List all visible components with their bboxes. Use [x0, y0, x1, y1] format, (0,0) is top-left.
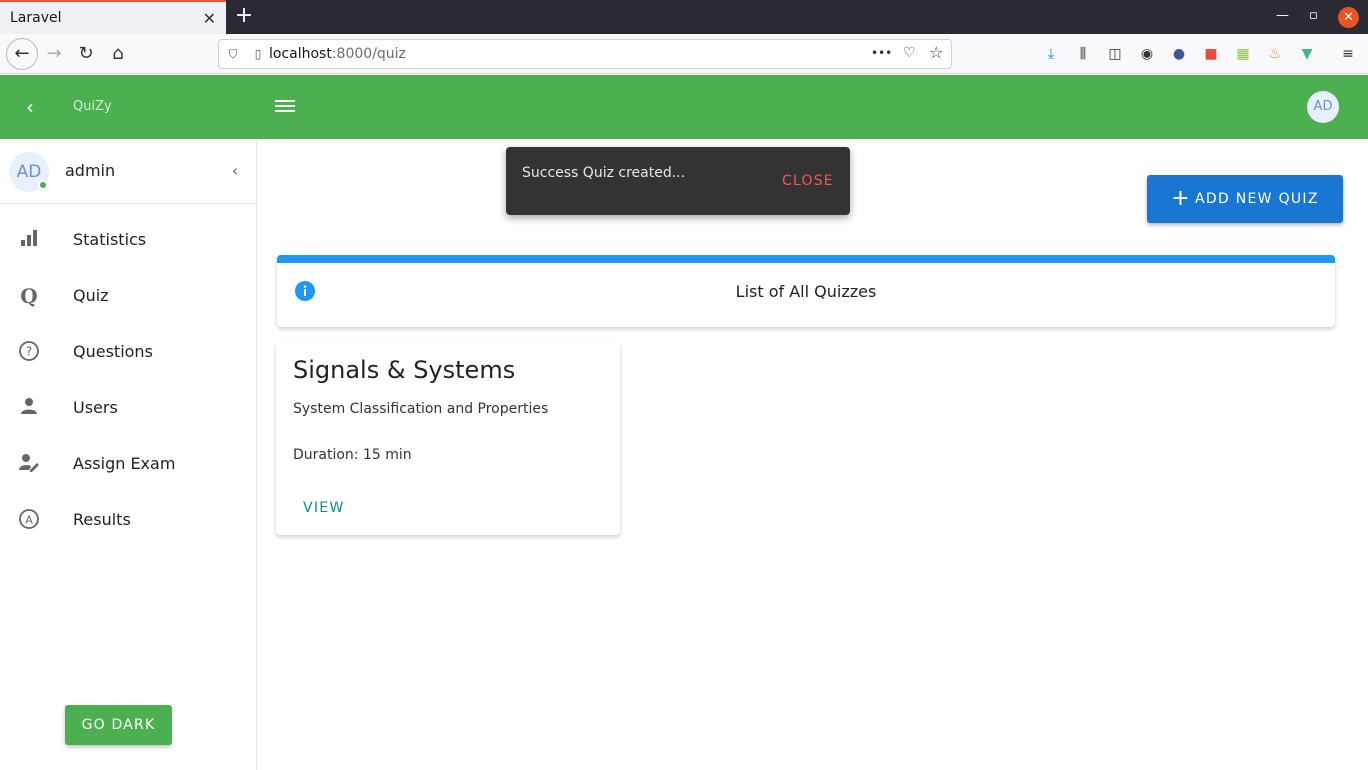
- url-path: :8000/quiz: [331, 46, 406, 62]
- account-icon[interactable]: ◉: [1137, 44, 1157, 64]
- sidebar-item-assign-exam[interactable]: Assign Exam: [0, 436, 257, 492]
- user-profile: AD admin ‹: [0, 139, 257, 204]
- extension-color-icon[interactable]: ▦: [1233, 44, 1253, 64]
- quiz-subtitle: System Classification and Properties: [293, 401, 549, 417]
- page-icon: ▯: [254, 47, 262, 61]
- sidebar-item-quiz[interactable]: Q Quiz: [0, 268, 257, 324]
- sidebar-item-label: Users: [73, 398, 118, 417]
- bar-chart-icon: [17, 228, 41, 252]
- forward-arrow-icon[interactable]: →: [40, 40, 68, 68]
- menu-icon[interactable]: ≡: [1338, 44, 1358, 64]
- snackbar-close-button[interactable]: CLOSE: [782, 173, 834, 189]
- hamburger-menu-icon[interactable]: [275, 97, 295, 117]
- sidebar-item-statistics[interactable]: Statistics: [0, 212, 257, 268]
- browser-nav-bar: ← → ↻ ⌂ ⛉ ▯ localhost:8000/quiz ••• ♡ ☆ …: [0, 34, 1368, 74]
- info-alert: List of All Quizzes: [277, 255, 1335, 327]
- snackbar-message: Success Quiz created...: [522, 165, 686, 181]
- new-tab-button[interactable]: +: [232, 4, 256, 28]
- success-snackbar: Success Quiz created... CLOSE: [506, 147, 850, 215]
- vue-devtools-icon[interactable]: ▼: [1297, 44, 1317, 64]
- question-head-icon: ?: [17, 340, 41, 364]
- app-brand: QuiZy: [73, 99, 112, 114]
- avatar[interactable]: AD: [1307, 91, 1339, 123]
- sidebar-item-users[interactable]: Users: [0, 380, 257, 436]
- results-badge-icon: A: [17, 508, 41, 532]
- svg-text:A: A: [25, 514, 33, 527]
- downloads-icon[interactable]: ⤓: [1041, 44, 1061, 64]
- alert-text: List of All Quizzes: [735, 282, 877, 301]
- tab-title: Laravel: [10, 10, 62, 26]
- collapse-sidebar-icon[interactable]: ‹: [226, 161, 244, 181]
- go-dark-button[interactable]: GO DARK: [65, 705, 172, 745]
- add-new-quiz-button[interactable]: + ADD NEW QUIZ: [1147, 175, 1343, 223]
- quiz-card: Signals & Systems System Classification …: [276, 343, 620, 535]
- shield-icon: ⛉: [228, 46, 238, 61]
- view-quiz-button[interactable]: VIEW: [303, 500, 345, 516]
- restore-icon[interactable]: ▫: [1309, 8, 1318, 23]
- quiz-q-icon: Q: [20, 284, 38, 308]
- sidebar-item-label: Quiz: [73, 286, 109, 305]
- sidebar-item-label: Assign Exam: [73, 454, 176, 473]
- pocket-icon[interactable]: ♡: [903, 45, 916, 61]
- tab-close-icon[interactable]: ✕: [203, 9, 216, 28]
- reload-icon[interactable]: ↻: [72, 40, 100, 68]
- extension-search-icon[interactable]: ■: [1201, 44, 1221, 64]
- minimize-icon[interactable]: —: [1276, 8, 1289, 23]
- extension-fire-icon[interactable]: ♨: [1265, 44, 1285, 64]
- sidebar-item-results[interactable]: A Results: [0, 492, 257, 548]
- window-close-icon[interactable]: ✕: [1338, 7, 1359, 28]
- add-new-quiz-label: ADD NEW QUIZ: [1194, 191, 1319, 207]
- online-status-icon: [38, 180, 48, 190]
- url-bar[interactable]: ⛉ ▯ localhost:8000/quiz ••• ♡ ☆: [218, 39, 952, 69]
- home-icon[interactable]: ⌂: [104, 40, 132, 68]
- svg-text:?: ?: [26, 345, 32, 359]
- app-bar: ‹ QuiZy AD: [0, 75, 1368, 139]
- plus-icon: +: [1171, 186, 1191, 211]
- url-host: localhost: [269, 46, 332, 62]
- user-name: admin: [65, 161, 116, 180]
- quiz-title: Signals & Systems: [293, 356, 516, 384]
- library-icon[interactable]: ⫼: [1073, 44, 1093, 64]
- sidebar-item-label: Questions: [73, 342, 153, 361]
- sidebar-toggle-icon[interactable]: ◫: [1105, 44, 1125, 64]
- extension-cursor-icon[interactable]: ●: [1169, 44, 1189, 64]
- sidebar-item-label: Statistics: [73, 230, 147, 249]
- chevron-left-icon[interactable]: ‹: [18, 95, 42, 119]
- browser-tab-bar: Laravel ✕ + — ▫ ✕: [0, 0, 1368, 34]
- back-arrow-icon[interactable]: ←: [6, 38, 38, 70]
- person-icon: [17, 396, 41, 420]
- sidebar-item-label: Results: [73, 510, 131, 529]
- quiz-duration: Duration: 15 min: [293, 447, 412, 463]
- browser-tab[interactable]: Laravel ✕: [0, 0, 226, 34]
- page-actions-icon[interactable]: •••: [871, 46, 892, 60]
- sidebar-item-questions[interactable]: ? Questions: [0, 324, 257, 380]
- sidebar: AD admin ‹ Statistics Q Quiz ? Questions…: [0, 139, 257, 770]
- bookmark-star-icon[interactable]: ☆: [929, 43, 943, 62]
- person-edit-icon: [17, 452, 41, 476]
